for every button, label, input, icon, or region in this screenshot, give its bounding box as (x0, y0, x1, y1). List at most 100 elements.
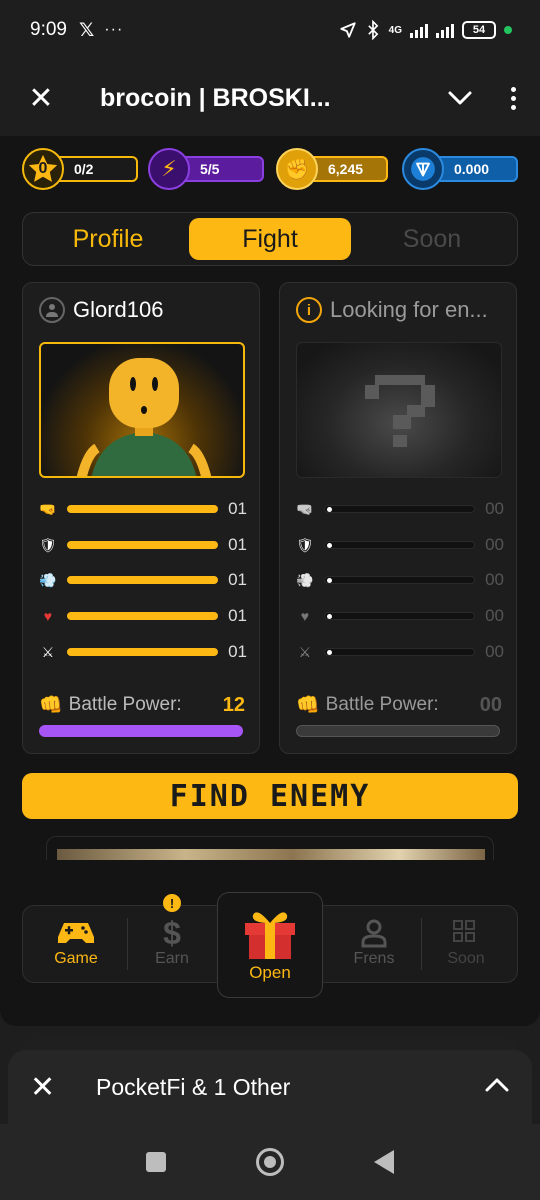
swords-icon: ⚔ (41, 643, 55, 660)
nav-soon[interactable]: Soon (421, 916, 511, 968)
close-icon[interactable]: ✕ (30, 1070, 56, 1105)
stat-attack: 🤜 00 (294, 499, 504, 519)
battle-power-row: 👊 Battle Power: 00 (296, 693, 502, 717)
signal-2-icon (436, 22, 454, 38)
ton-icon (402, 148, 444, 190)
punch-icon: 🤜 (296, 500, 314, 517)
battle-power-label: Battle Power: (68, 694, 182, 715)
stat-bar (323, 576, 476, 584)
level-value: 0 (38, 160, 48, 177)
resource-bar: 0/2 0 5/5 ⚡ 6,245 ✊ 0.000 (22, 148, 522, 192)
person-icon (329, 916, 419, 950)
stat-dodge: 💨 00 (294, 570, 504, 590)
stat-value: 01 (228, 642, 247, 661)
stat-value: 00 (485, 642, 504, 661)
stat-value: 01 (228, 535, 247, 554)
nav-earn-label: Earn (155, 950, 189, 967)
back-icon[interactable] (374, 1150, 394, 1174)
info-icon: i (296, 297, 322, 323)
heart-icon: ♥ (300, 608, 310, 624)
player-card: Glord106 🤜 01 🛡 01 💨 01 ♥ 01 ⚔ 01 👊 Batt… (22, 282, 260, 754)
network-type: 4G (388, 24, 402, 36)
stat-bar (323, 648, 476, 656)
tab-bar: Profile Fight Soon (22, 212, 518, 266)
stat-value: 00 (485, 606, 504, 625)
app-header: ✕ brocoin | BROSKI... (0, 60, 540, 136)
stat-value: 01 (228, 570, 247, 589)
dodge-icon: 💨 (39, 571, 57, 588)
stat-dodge: 💨 01 (37, 570, 247, 590)
tab-fight[interactable]: Fight (189, 218, 351, 260)
player-name: Glord106 (73, 297, 164, 322)
punch-icon: 🤜 (39, 500, 57, 517)
broski-character-icon (76, 358, 212, 476)
more-notifications-icon: ··· (104, 21, 124, 38)
question-mark-icon (365, 375, 435, 447)
enemy-name: Looking for en... (330, 297, 488, 322)
fist-icon: 👊 (296, 695, 320, 716)
recents-icon[interactable] (146, 1152, 166, 1172)
promo-banner[interactable] (46, 836, 494, 860)
game-area: 0/2 0 5/5 ⚡ 6,245 ✊ 0.000 Profile Fight … (0, 136, 540, 1026)
stat-value: 00 (485, 570, 504, 589)
nav-earn[interactable]: $ Earn (127, 914, 217, 968)
system-nav-bar (0, 1124, 540, 1200)
player-avatar (39, 342, 245, 478)
x-app-icon: 𝕏 (78, 19, 95, 41)
nav-open[interactable]: Open (217, 892, 323, 998)
battle-power-value: 12 (222, 693, 245, 716)
status-bar: 9:09 𝕏 ··· 4G 54 (0, 0, 540, 60)
more-menu-icon[interactable] (511, 86, 516, 110)
stat-health: ♥ 01 (37, 606, 247, 626)
gamepad-icon (31, 916, 121, 950)
stat-bar (66, 576, 219, 584)
fist-icon: 👊 (39, 695, 63, 716)
shield-icon: 🛡 (39, 536, 57, 553)
battle-power-bar (39, 725, 243, 737)
stat-bar (323, 612, 476, 620)
chevron-up-icon[interactable] (484, 1077, 510, 1098)
nav-game[interactable]: Game (31, 916, 121, 968)
enemy-avatar-placeholder (296, 342, 502, 478)
stat-bar (323, 541, 476, 549)
user-icon (39, 297, 65, 323)
stat-bar (323, 505, 476, 513)
lightning-icon: ⚡ (148, 148, 190, 190)
stat-bar (66, 648, 219, 656)
nav-soon-label: Soon (447, 950, 485, 967)
stat-critical: ⚔ 00 (294, 642, 504, 662)
bottom-nav: Game $ Earn ! Open Frens Soon (22, 892, 518, 998)
status-icons: 4G 54 (339, 20, 512, 40)
nav-frens[interactable]: Frens (329, 916, 419, 968)
close-icon[interactable]: ✕ (24, 81, 58, 116)
page-title: brocoin | BROSKI... (100, 83, 331, 112)
home-icon[interactable] (256, 1148, 284, 1176)
tab-soon[interactable]: Soon (351, 218, 513, 260)
enemy-card: i Looking for en... 🤜 00 🛡 00 💨 00 ♥ 00 … (279, 282, 517, 754)
find-enemy-button[interactable]: FIND ENEMY (22, 773, 518, 819)
chevron-down-icon[interactable] (445, 83, 475, 113)
enemy-header: i Looking for en... (296, 297, 506, 323)
battle-power-bar (296, 725, 500, 737)
stat-bar (66, 612, 219, 620)
tab-profile[interactable]: Profile (27, 218, 189, 260)
swords-icon: ⚔ (298, 643, 312, 660)
battery-icon: 54 (462, 21, 496, 39)
stat-bar (66, 541, 219, 549)
grid-icon (421, 916, 511, 950)
bluetooth-icon (367, 20, 379, 40)
coin-icon: ✊ (276, 148, 318, 190)
stat-bar (66, 505, 219, 513)
shield-icon: 🛡 (296, 536, 314, 553)
stat-value: 00 (485, 535, 504, 554)
nav-open-label: Open (249, 963, 291, 982)
signal-icon (410, 22, 428, 38)
sheet-title: PocketFi & 1 Other (96, 1073, 291, 1100)
level-star-icon: 0 (22, 148, 64, 190)
minimized-apps-sheet[interactable]: ✕ PocketFi & 1 Other (8, 1050, 532, 1124)
stat-defense: 🛡 01 (37, 535, 247, 555)
dollar-icon: $ (163, 914, 181, 951)
dodge-icon: 💨 (296, 571, 314, 588)
promo-banner-image (57, 849, 485, 860)
player-header: Glord106 (39, 297, 249, 323)
